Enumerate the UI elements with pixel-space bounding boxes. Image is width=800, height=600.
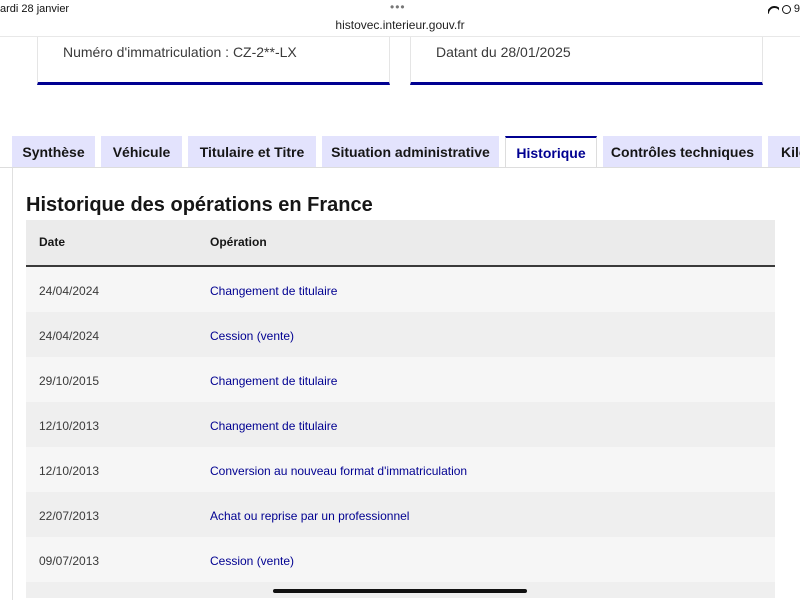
tab-synthese[interactable]: Synthèse [12, 136, 95, 168]
tab-controles-techniques[interactable]: Contrôles techniques [603, 136, 762, 168]
row-date: 09/07/2013 [39, 554, 100, 568]
row-operation-link[interactable]: Cession (vente) [210, 329, 294, 343]
address-bar-url[interactable]: histovec.interieur.gouv.fr [0, 18, 800, 32]
row-operation-link[interactable]: Cession (vente) [210, 554, 294, 568]
status-bar: ardi 28 janvier ••• histovec.interieur.g… [0, 0, 800, 37]
multitask-dots-icon[interactable]: ••• [390, 0, 406, 14]
row-date: 24/04/2024 [39, 284, 100, 298]
tab-vehicule[interactable]: Véhicule [101, 136, 182, 168]
report-date: Datant du 28/01/2025 [436, 44, 571, 60]
battery-level: 9 [793, 3, 800, 15]
table-row: 22/07/2013 Achat ou reprise par un profe… [26, 492, 775, 537]
row-operation-link[interactable]: Changement de titulaire [210, 284, 337, 298]
row-operation-link[interactable]: Changement de titulaire [210, 374, 337, 388]
table-row: 29/10/2015 Changement de titulaire [26, 357, 775, 402]
registration-card: Numéro d'immatriculation : CZ-2**-LX [37, 37, 390, 85]
home-indicator[interactable] [273, 589, 527, 593]
report-date-card: Datant du 28/01/2025 [410, 37, 763, 85]
row-operation-link[interactable]: Changement de titulaire [210, 419, 337, 433]
column-header-operation: Opération [210, 235, 267, 249]
section-title: Historique des opérations en France [26, 194, 373, 216]
registration-number: Numéro d'immatriculation : CZ-2**-LX [63, 44, 297, 60]
row-date: 12/10/2013 [39, 464, 100, 478]
table-row: 12/10/2013 Conversion au nouveau format … [26, 447, 775, 492]
table-row: 24/04/2024 Cession (vente) [26, 312, 775, 357]
status-icons: 9 [768, 3, 800, 15]
wifi-icon [768, 5, 779, 14]
panel-border [12, 168, 13, 600]
history-table: Date Opération 24/04/2024 Changement de … [26, 220, 775, 598]
row-date: 24/04/2024 [39, 329, 100, 343]
tab-historique[interactable]: Historique [505, 136, 597, 168]
tab-situation-administrative[interactable]: Situation administrative [322, 136, 499, 168]
column-header-date: Date [39, 235, 66, 249]
tab-titulaire-et-titre[interactable]: Titulaire et Titre [188, 136, 316, 168]
table-row: 09/07/2013 Cession (vente) [26, 537, 775, 582]
table-header: Date Opération [26, 220, 775, 267]
table-row: 24/04/2024 Changement de titulaire [26, 267, 775, 312]
tab-list: Synthèse Véhicule Titulaire et Titre Sit… [12, 136, 800, 168]
row-date: 22/07/2013 [39, 509, 100, 523]
status-time: ardi 28 janvier [0, 3, 70, 15]
row-date: 12/10/2013 [39, 419, 100, 433]
table-row: 12/10/2013 Changement de titulaire [26, 402, 775, 447]
tab-kilometrage[interactable]: Kilo [768, 136, 800, 168]
tab-divider [0, 167, 800, 168]
orientation-lock-icon [781, 4, 791, 14]
row-operation-link[interactable]: Conversion au nouveau format d'immatricu… [210, 464, 467, 478]
row-operation-link[interactable]: Achat ou reprise par un professionnel [210, 509, 409, 523]
row-date: 29/10/2015 [39, 374, 100, 388]
